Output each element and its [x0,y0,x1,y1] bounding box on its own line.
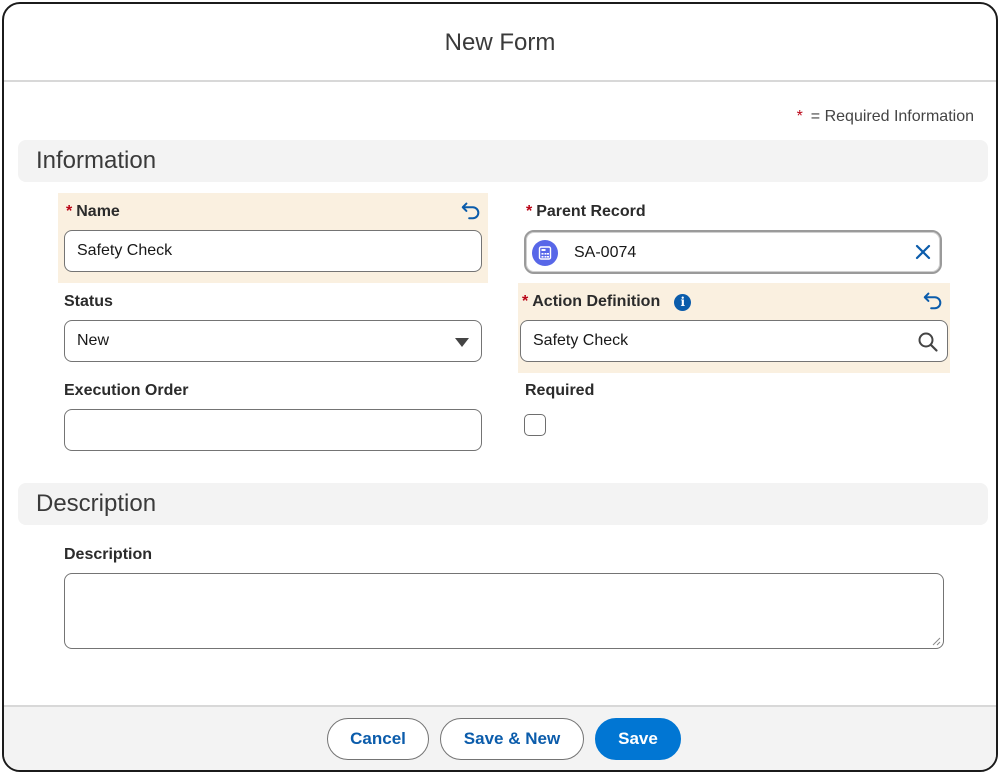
status-select[interactable]: New [64,320,482,362]
section-title-information: Information [36,147,157,174]
modal-header: New Form [4,4,996,82]
name-field-container: * Name Safety Check [58,193,488,283]
execution-order-label-text: Execution Order [64,382,189,399]
section-header-information[interactable]: Information [18,140,988,182]
undo-icon[interactable] [460,199,482,221]
save-button[interactable]: Save [595,718,681,760]
chevron-down-icon [455,338,469,347]
required-star: * [522,293,529,310]
description-label: Description [64,546,152,564]
required-checkbox[interactable] [524,414,546,436]
required-legend: * = Required Information [797,108,974,126]
action-definition-value: Safety Check [533,332,629,349]
section-title-description: Description [36,490,157,517]
name-input[interactable]: Safety Check [64,230,482,272]
modal-title: New Form [444,29,556,56]
required-star: * [526,203,533,220]
parent-record-value: SA-0074 [574,244,637,261]
search-icon[interactable] [917,331,939,353]
action-definition-label-text: Action Definition [532,293,661,310]
status-label: Status [64,293,113,311]
cancel-button[interactable]: Cancel [327,718,429,760]
record-icon [532,240,558,266]
required-legend-text: = Required Information [810,108,974,125]
status-value: New [77,332,110,349]
undo-icon[interactable] [922,289,944,311]
status-label-text: Status [64,293,113,310]
parent-record-lookup[interactable]: SA-0074 [524,230,942,274]
description-label-text: Description [64,546,153,563]
action-definition-input[interactable]: Safety Check [520,320,948,362]
required-label: Required [525,382,594,400]
execution-order-label: Execution Order [64,382,188,400]
required-star: * [796,108,803,125]
description-textarea[interactable] [64,573,944,649]
action-definition-label: * Action Definition i [522,293,692,311]
info-icon[interactable]: i [674,293,692,311]
save-and-new-button[interactable]: Save & New [440,718,584,760]
new-form-modal: New Form * = Required Information Informa… [2,2,998,772]
execution-order-input[interactable] [64,409,482,451]
name-label-text: Name [76,203,120,220]
parent-record-label-text: Parent Record [536,203,646,220]
required-star: * [66,203,73,220]
required-label-text: Required [525,382,595,399]
close-icon[interactable] [914,243,932,261]
section-header-description[interactable]: Description [18,483,988,525]
parent-record-label: * Parent Record [526,203,646,221]
name-label: * Name [66,203,120,221]
resize-grip-icon[interactable] [931,636,941,646]
action-definition-field-container: * Action Definition i Safety Check [518,283,950,373]
